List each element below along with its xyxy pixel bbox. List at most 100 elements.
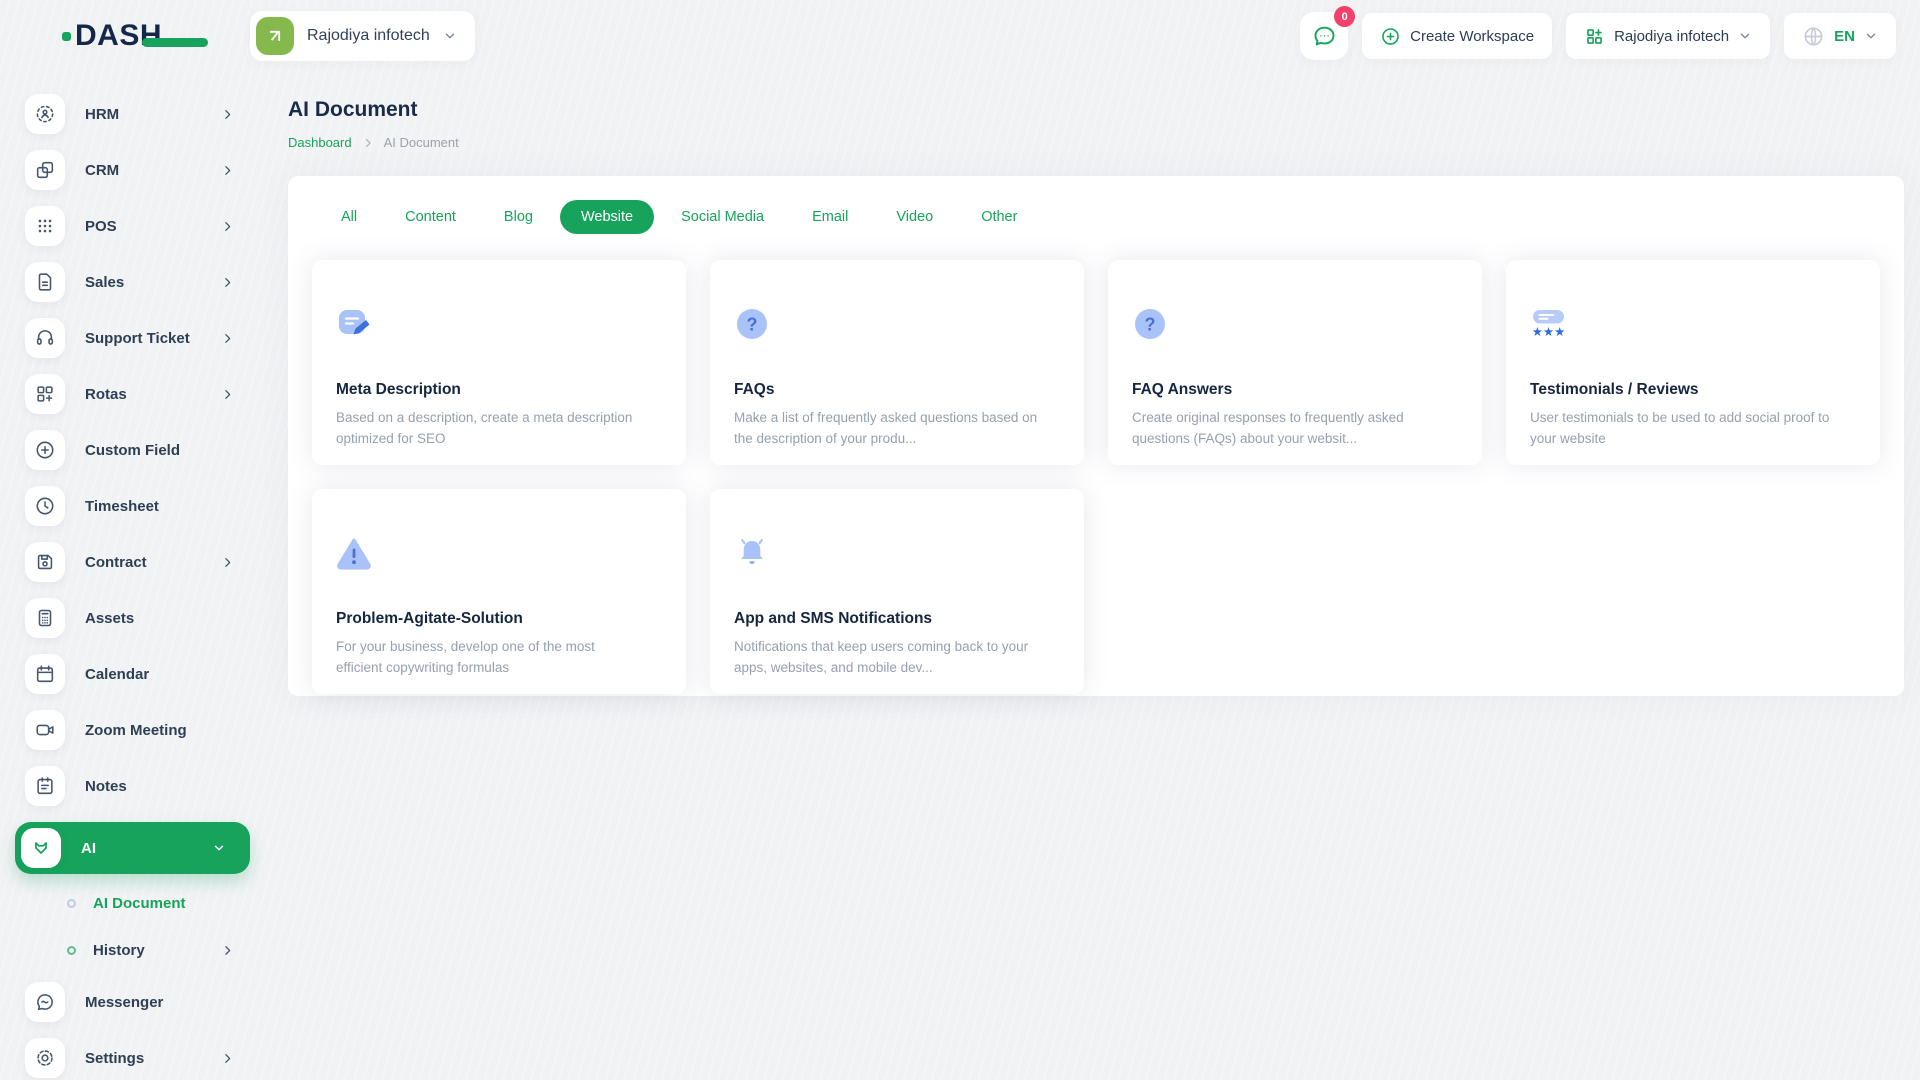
sidebar: HRM CRM POS Sales	[0, 72, 260, 1080]
workspace-switcher[interactable]: Rajodiya infotech	[250, 11, 475, 61]
chevron-right-icon	[221, 164, 242, 177]
card-faq-answers[interactable]: ? FAQ Answers Create original responses …	[1108, 260, 1482, 465]
notes-icon	[25, 766, 65, 806]
question-circle-icon: ?	[734, 306, 770, 342]
rotas-icon	[25, 374, 65, 414]
sidebar-item-pos[interactable]: POS	[25, 206, 242, 246]
sidebar-subitem-history[interactable]: History	[25, 935, 242, 965]
language-selector[interactable]: EN	[1784, 13, 1896, 59]
sidebar-item-calendar[interactable]: Calendar	[25, 654, 242, 694]
sidebar-item-crm[interactable]: CRM	[25, 150, 242, 190]
pos-icon	[25, 206, 65, 246]
chevron-down-icon	[1864, 29, 1878, 43]
support-ticket-icon	[25, 318, 65, 358]
workspace-avatar	[256, 17, 294, 55]
bullet-icon	[67, 946, 76, 955]
card-title: App and SMS Notifications	[734, 610, 1060, 628]
sidebar-item-settings[interactable]: Settings	[25, 1038, 242, 1078]
sidebar-item-contract[interactable]: Contract	[25, 542, 242, 582]
chevron-down-icon	[443, 29, 457, 43]
tab-email[interactable]: Email	[791, 200, 869, 234]
logo-dot	[62, 32, 71, 41]
assets-icon	[25, 598, 65, 638]
tab-other[interactable]: Other	[960, 200, 1038, 234]
tab-content[interactable]: Content	[384, 200, 477, 234]
template-cards-grid: Meta Description Based on a description,…	[312, 260, 1880, 694]
chevron-right-icon	[221, 388, 242, 401]
sidebar-item-sales[interactable]: Sales	[25, 262, 242, 302]
zoom-meeting-icon	[25, 710, 65, 750]
custom-field-icon	[25, 430, 65, 470]
sidebar-item-messenger[interactable]: Messenger	[25, 982, 242, 1022]
question-circle-icon: ?	[1132, 306, 1168, 342]
sidebar-item-assets[interactable]: Assets	[25, 598, 242, 638]
header-actions: 0 Create Workspace Rajodiya infotech	[1300, 12, 1896, 60]
chevron-right-icon	[221, 1052, 242, 1065]
card-description: For your business, develop one of the mo…	[336, 637, 641, 679]
crm-icon	[25, 150, 65, 190]
bullet-icon	[67, 899, 76, 908]
breadcrumb: Dashboard AI Document	[288, 135, 1904, 150]
chevron-right-icon	[221, 944, 242, 957]
app-logo[interactable]: DASH	[62, 19, 208, 53]
sidebar-item-timesheet[interactable]: Timesheet	[25, 486, 242, 526]
card-title: Problem-Agitate-Solution	[336, 610, 662, 628]
svg-text:★★★: ★★★	[1532, 324, 1566, 339]
card-title: Testimonials / Reviews	[1530, 381, 1856, 399]
ai-document-panel: All Content Blog Website Social Media Em…	[288, 176, 1904, 696]
plus-circle-icon	[1380, 26, 1401, 47]
bell-icon	[734, 535, 770, 571]
tab-blog[interactable]: Blog	[483, 200, 554, 234]
create-workspace-button[interactable]: Create Workspace	[1362, 13, 1552, 59]
svg-text:?: ?	[747, 315, 758, 335]
card-meta-description[interactable]: Meta Description Based on a description,…	[312, 260, 686, 465]
sidebar-item-support-ticket[interactable]: Support Ticket	[25, 318, 242, 358]
meta-description-icon	[336, 306, 372, 342]
language-code: EN	[1834, 28, 1855, 45]
card-title: Meta Description	[336, 381, 662, 399]
messages-button[interactable]: 0	[1300, 12, 1348, 60]
tab-website[interactable]: Website	[560, 200, 654, 234]
messages-badge: 0	[1334, 6, 1355, 27]
chevron-right-icon	[362, 137, 374, 149]
card-description: Make a list of frequently asked question…	[734, 408, 1039, 450]
card-app-sms-notifications[interactable]: App and SMS Notifications Notifications …	[710, 489, 1084, 694]
contract-icon	[25, 542, 65, 582]
card-description: Create original responses to frequently …	[1132, 408, 1437, 450]
sidebar-item-custom-field[interactable]: Custom Field	[25, 430, 242, 470]
svg-text:?: ?	[1145, 315, 1156, 335]
breadcrumb-dashboard-link[interactable]: Dashboard	[288, 135, 352, 150]
testimonial-stars-icon: ★★★	[1530, 306, 1568, 342]
create-workspace-label: Create Workspace	[1410, 28, 1534, 45]
sidebar-item-rotas[interactable]: Rotas	[25, 374, 242, 414]
sales-icon	[25, 262, 65, 302]
card-title: FAQ Answers	[1132, 381, 1458, 399]
main-content: AI Document Dashboard AI Document All Co…	[260, 72, 1920, 696]
chevron-right-icon	[221, 108, 242, 121]
card-description: Notifications that keep users coming bac…	[734, 637, 1039, 679]
sidebar-item-zoom-meeting[interactable]: Zoom Meeting	[25, 710, 242, 750]
tab-all[interactable]: All	[320, 200, 378, 234]
warning-triangle-icon	[336, 535, 372, 571]
chat-bubble-icon	[1311, 23, 1338, 50]
hrm-icon	[25, 94, 65, 134]
ai-fox-icon	[21, 828, 61, 868]
workspace-dropdown[interactable]: Rajodiya infotech	[1566, 13, 1770, 59]
sidebar-item-hrm[interactable]: HRM	[25, 94, 242, 134]
card-title: FAQs	[734, 381, 1060, 399]
card-description: Based on a description, create a meta de…	[336, 408, 641, 450]
card-faqs[interactable]: ? FAQs Make a list of frequently asked q…	[710, 260, 1084, 465]
chevron-right-icon	[221, 276, 242, 289]
tab-social-media[interactable]: Social Media	[660, 200, 785, 234]
sidebar-item-ai[interactable]: AI	[15, 822, 250, 874]
chevron-right-icon	[221, 332, 242, 345]
sidebar-item-notes[interactable]: Notes	[25, 766, 242, 806]
workspace-grid-icon	[1584, 26, 1605, 47]
card-description: User testimonials to be used to add soci…	[1530, 408, 1835, 450]
sidebar-subitem-ai-document[interactable]: AI Document	[25, 888, 242, 918]
card-testimonials-reviews[interactable]: ★★★ Testimonials / Reviews User testimon…	[1506, 260, 1880, 465]
tab-video[interactable]: Video	[875, 200, 954, 234]
card-problem-agitate-solution[interactable]: Problem-Agitate-Solution For your busine…	[312, 489, 686, 694]
page-title: AI Document	[288, 98, 1904, 122]
workspace-dropdown-label: Rajodiya infotech	[1614, 28, 1729, 45]
